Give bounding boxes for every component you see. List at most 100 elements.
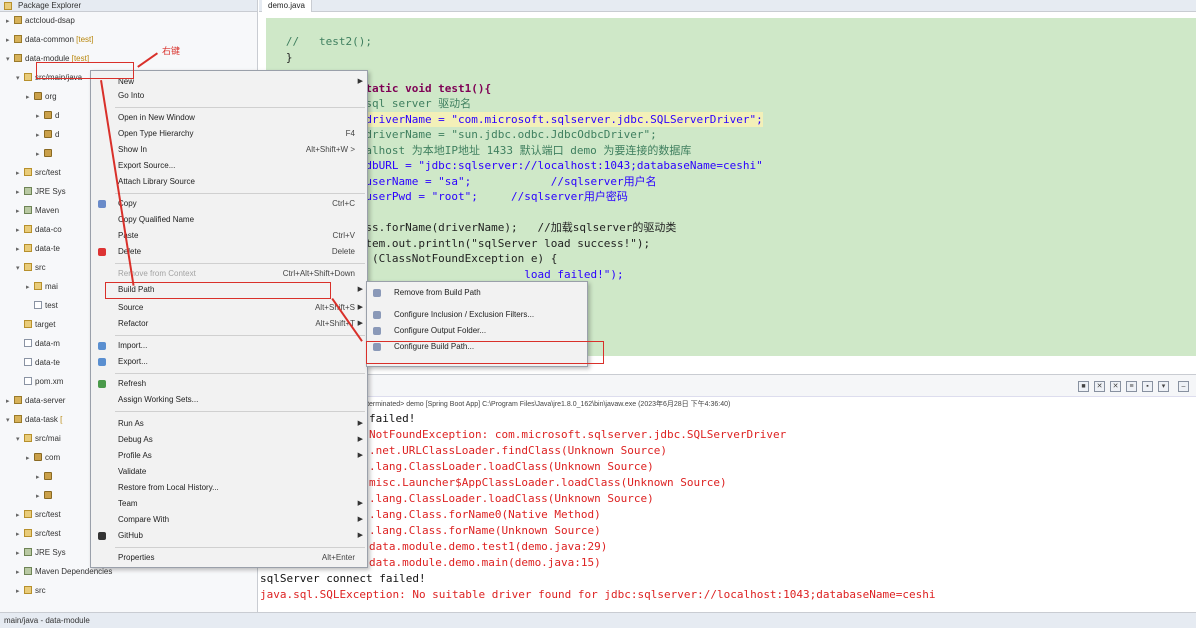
submenu-item-configure-inclusion-exclusion-filters[interactable]: Configure Inclusion / Exclusion Filters.… — [367, 308, 587, 322]
menu-item-restore-from-local-history[interactable]: Restore from Local History... — [91, 481, 367, 495]
remove-all-icon[interactable]: ✕ — [1110, 381, 1121, 392]
menu-item-compare-with[interactable]: Compare With ▶ — [91, 513, 367, 527]
expand-toggle-icon[interactable]: ▸ — [26, 452, 34, 465]
tree-item[interactable]: data-te — [16, 356, 60, 369]
expand-toggle-icon[interactable]: ▸ — [16, 224, 24, 237]
menu-item-debug-as[interactable]: Debug As ▶ — [91, 433, 367, 447]
expand-toggle-icon[interactable]: ▸ — [16, 566, 24, 579]
package-explorer-title: Package Explorer — [18, 1, 82, 10]
menu-item-attach-library-source[interactable]: Attach Library Source — [91, 175, 367, 189]
folder-icon — [24, 244, 32, 252]
tree-item[interactable]: test — [26, 299, 58, 312]
tree-item[interactable]: ▸ src/test — [16, 508, 61, 521]
pin-console-icon[interactable]: ▪ — [1142, 381, 1153, 392]
menu-item-go-into[interactable]: Go Into — [91, 89, 367, 103]
submenu-arrow-icon: ▶ — [357, 286, 363, 293]
menu-item-source[interactable]: Source Alt+Shift+S ▶ — [91, 301, 367, 315]
tree-item[interactable]: ▸ — [36, 489, 55, 502]
menu-item-open-type-hierarchy[interactable]: Open Type Hierarchy F4 — [91, 127, 367, 141]
tree-item[interactable]: ▸ src — [16, 584, 46, 597]
expand-toggle-icon[interactable]: ▸ — [6, 15, 14, 28]
tree-item[interactable]: ▸ JRE Sys — [16, 185, 66, 198]
tree-item[interactable]: ▸ d — [36, 128, 59, 141]
tree-item[interactable]: ▸ mai — [26, 280, 58, 293]
tree-item[interactable]: pom.xm — [16, 375, 63, 388]
remove-launch-icon[interactable]: ✕ — [1094, 381, 1105, 392]
tree-item[interactable]: target — [16, 318, 55, 331]
menu-item-team[interactable]: Team ▶ — [91, 497, 367, 511]
expand-toggle-icon[interactable]: ▸ — [36, 471, 44, 484]
menu-item-validate[interactable]: Validate — [91, 465, 367, 479]
menu-item-delete[interactable]: Delete Delete — [91, 245, 367, 259]
expand-toggle-icon[interactable]: ▸ — [36, 490, 44, 503]
expand-toggle-icon[interactable]: ▸ — [16, 167, 24, 180]
editor-tab-demo-java[interactable]: demo.java — [262, 0, 312, 12]
menu-item-import[interactable]: Import... — [91, 339, 367, 353]
submenu-item-label: Configure Output Folder... — [394, 326, 487, 335]
tree-item[interactable]: ▸ data-common [test] — [6, 33, 94, 46]
tree-item[interactable]: ▸ org — [26, 90, 57, 103]
tree-item[interactable]: ▸ — [36, 147, 55, 160]
menu-item-github[interactable]: GitHub ▶ — [91, 529, 367, 543]
tree-item[interactable]: ▾ data-task [ — [6, 413, 62, 426]
expand-toggle-icon[interactable]: ▾ — [6, 414, 14, 427]
menu-item-export-source[interactable]: Export Source... — [91, 159, 367, 173]
expand-toggle-icon[interactable]: ▸ — [16, 243, 24, 256]
expand-toggle-icon[interactable]: ▾ — [6, 53, 14, 66]
menu-item-profile-as[interactable]: Profile As ▶ — [91, 449, 367, 463]
tree-item[interactable]: ▾ src/mai — [16, 432, 61, 445]
tree-item[interactable]: ▸ Maven — [16, 204, 59, 217]
tree-item[interactable]: data-m — [16, 337, 60, 350]
menu-item-copy-qualified-name[interactable]: Copy Qualified Name — [91, 213, 367, 227]
minimize-icon[interactable]: – — [1178, 381, 1189, 392]
menu-item-properties[interactable]: Properties Alt+Enter — [91, 551, 367, 565]
tree-item[interactable]: ▸ d — [36, 109, 59, 122]
menu-item-show-in[interactable]: Show In Alt+Shift+W > — [91, 143, 367, 157]
tree-item[interactable]: ▸ src/test — [16, 166, 61, 179]
tree-item[interactable]: ▸ data-server — [6, 394, 65, 407]
terminate-icon[interactable]: ■ — [1078, 381, 1089, 392]
menu-item-label: Copy Qualified Name — [118, 215, 195, 224]
display-console-icon[interactable]: ▾ — [1158, 381, 1169, 392]
expand-toggle-icon[interactable]: ▸ — [6, 395, 14, 408]
expand-toggle-icon[interactable]: ▾ — [16, 72, 24, 85]
tree-item-label: src/test — [35, 529, 61, 538]
expand-toggle-icon[interactable]: ▸ — [26, 91, 34, 104]
menu-item-copy[interactable]: Copy Ctrl+C — [91, 197, 367, 211]
expand-toggle-icon[interactable]: ▸ — [26, 281, 34, 294]
tree-item[interactable]: ▸ data-te — [16, 242, 60, 255]
tree-item[interactable]: ▸ com — [26, 451, 60, 464]
expand-toggle-icon[interactable]: ▸ — [16, 509, 24, 522]
tree-item-label: Maven Dependencies — [35, 567, 113, 576]
tree-item[interactable]: ▸ JRE Sys — [16, 546, 66, 559]
tree-item-label: data-te — [35, 244, 60, 253]
expand-toggle-icon[interactable]: ▸ — [16, 585, 24, 598]
menu-item-export[interactable]: Export... — [91, 355, 367, 369]
expand-toggle-icon[interactable]: ▸ — [16, 547, 24, 560]
expand-toggle-icon[interactable]: ▸ — [36, 110, 44, 123]
expand-toggle-icon[interactable]: ▸ — [16, 186, 24, 199]
expand-toggle-icon[interactable]: ▸ — [6, 34, 14, 47]
expand-toggle-icon[interactable]: ▾ — [16, 262, 24, 275]
expand-toggle-icon[interactable]: ▾ — [16, 433, 24, 446]
tree-item[interactable]: ▸ actcloud-dsap — [6, 14, 75, 27]
tree-item[interactable]: ▸ src/test — [16, 527, 61, 540]
expand-toggle-icon[interactable]: ▸ — [36, 129, 44, 142]
submenu-item-remove-from-build-path[interactable]: Remove from Build Path — [367, 286, 587, 300]
expand-toggle-icon[interactable]: ▸ — [16, 205, 24, 218]
expand-toggle-icon[interactable]: ▸ — [16, 528, 24, 541]
tree-item-label: target — [35, 320, 56, 329]
menu-item-label: Go Into — [118, 91, 145, 100]
submenu-item-configure-output-folder[interactable]: Configure Output Folder... — [367, 324, 587, 338]
menu-item-run-as[interactable]: Run As ▶ — [91, 417, 367, 431]
expand-toggle-icon[interactable]: ▸ — [36, 148, 44, 161]
menu-item-open-in-new-window[interactable]: Open in New Window — [91, 111, 367, 125]
scroll-lock-icon[interactable]: ≡ — [1126, 381, 1137, 392]
menu-item-assign-working-sets[interactable]: Assign Working Sets... — [91, 393, 367, 407]
menu-item-refresh[interactable]: Refresh — [91, 377, 367, 391]
tree-item[interactable]: ▾ src — [16, 261, 46, 274]
menu-item-paste[interactable]: Paste Ctrl+V — [91, 229, 367, 243]
menu-item-refactor[interactable]: Refactor Alt+Shift+T ▶ — [91, 317, 367, 331]
tree-item[interactable]: ▸ — [36, 470, 55, 483]
tree-item[interactable]: ▸ data-co — [16, 223, 62, 236]
